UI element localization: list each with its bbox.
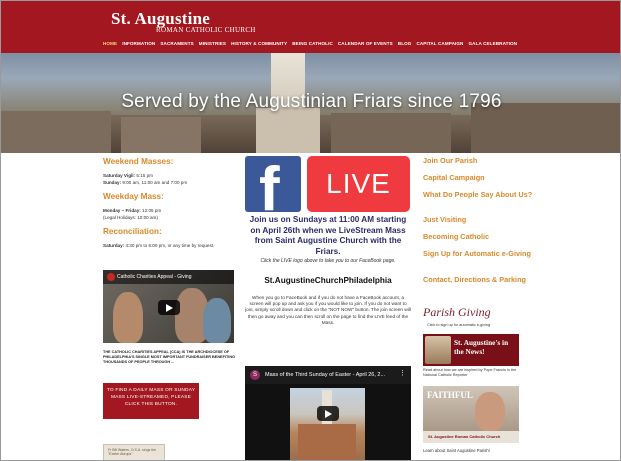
faithful-banner-text: St. Augustine Roman Catholic Church: [428, 434, 501, 439]
weekend-line-2-value: 9:00 am, 11:00 am and 7:00 pm: [121, 180, 188, 185]
hero-clock-tower-base: [256, 108, 320, 153]
nav-gala[interactable]: GALA CELEBRATION: [468, 41, 517, 46]
parish-giving-logo[interactable]: Parish Giving Click to sign up for autom…: [423, 303, 519, 331]
nav-capital-campaign[interactable]: CAPITAL CAMPAIGN: [416, 41, 463, 46]
weekend-line-1: Saturday Vigil: 5:15 pm: [103, 172, 239, 179]
mass-times: Weekend Masses: Saturday Vigil: 5:15 pm …: [103, 153, 239, 249]
link-capital-campaign[interactable]: Capital Campaign: [423, 173, 543, 183]
nav-home[interactable]: HOME: [103, 41, 117, 46]
in-the-news-caption: Read about how we are inspired by Pope F…: [423, 368, 517, 377]
in-the-news-title: St. Augustine's in the News!: [454, 338, 509, 356]
hero-banner: Served by the Augustinian Friars since 1…: [1, 53, 620, 153]
weekend-line-1-label: Saturday Vigil:: [103, 173, 136, 178]
hero-building: [1, 111, 111, 153]
reconciliation-line: Saturday: 4:30 pm to 5:00 pm, or any tim…: [103, 242, 239, 249]
facebook-letter: f: [259, 156, 280, 212]
reconciliation-heading: Reconciliation:: [103, 227, 162, 236]
weekday-line-1: Monday – Friday: 12:05 pm: [103, 207, 239, 214]
nav-calendar[interactable]: CALENDAR OF EVENTS: [338, 41, 393, 46]
video-title[interactable]: Mass of the Third Sunday of Easter - Apr…: [265, 372, 385, 378]
parish-giving-wordmark: Parish Giving: [423, 305, 491, 319]
weekend-line-2: Sunday: 9:00 am, 11:00 am and 7:00 pm: [103, 179, 239, 186]
live-logo-button[interactable]: LIVE: [307, 156, 410, 212]
link-just-visiting[interactable]: Just Visiting: [423, 215, 543, 225]
facebook-instructions: When you go to FaceBook and if you do no…: [245, 295, 411, 325]
main-nav: HOME INFORMATION SACRAMENTS MINISTRIES H…: [103, 41, 517, 46]
church-image: [290, 388, 365, 460]
link-join-parish[interactable]: Join Our Parish: [423, 156, 543, 166]
nav-ministries[interactable]: MINISTRIES: [199, 41, 226, 46]
reconciliation-value: 4:30 pm to 5:00 pm, or any time by reque…: [124, 243, 215, 248]
hero-building: [331, 113, 451, 153]
faithful-promo-image[interactable]: FAITHFUL St. Augustine Roman Catholic Ch…: [423, 386, 519, 443]
nav-being-catholic[interactable]: BEING CATHOLIC: [292, 41, 333, 46]
channel-avatar: S: [250, 370, 260, 380]
weekday-line-1-label: Monday – Friday:: [103, 208, 141, 213]
weekend-line-2-label: Sunday:: [103, 180, 122, 185]
nav-history-community[interactable]: HISTORY & COMMUNITY: [231, 41, 287, 46]
find-mass-button[interactable]: TO FIND A DAILY MASS OR SUNDAY MASS LIVE…: [103, 383, 199, 419]
weekday-line-1-value: 12:05 pm: [140, 208, 162, 213]
in-the-news-banner[interactable]: St. Augustine's in the News!: [423, 334, 519, 366]
weekend-masses-heading: Weekend Masses:: [103, 157, 174, 166]
click-live-note: Click the LIVE logo above to take you to…: [260, 258, 396, 264]
nav-sacraments[interactable]: SACRAMENTS: [160, 41, 193, 46]
link-becoming-catholic[interactable]: Becoming Catholic: [423, 232, 543, 242]
reconciliation-label: Saturday:: [103, 243, 125, 248]
song-video-thumbnail[interactable]: Fr Bill Waters, O.S.A. sings the "Exeter…: [103, 444, 165, 460]
facebook-logo-icon[interactable]: f: [245, 156, 301, 212]
learn-about-parish-link[interactable]: Learn about Saint Augustine Parish!: [423, 448, 490, 453]
portrait-photo: [475, 392, 505, 432]
browser-frame: St. Augustine Roman Catholic Church HOME…: [0, 0, 621, 461]
video-person: [203, 298, 231, 343]
channel-avatar: [107, 273, 115, 281]
weekday-mass-heading: Weekday Mass:: [103, 192, 164, 201]
church-facade: [298, 424, 356, 460]
hero-building: [121, 117, 201, 153]
weekday-line-2: (Legal Holidays: 10:00 am): [103, 215, 158, 220]
link-contact-directions[interactable]: Contact, Directions & Parking: [423, 275, 543, 285]
nav-information[interactable]: INFORMATION: [122, 41, 155, 46]
parish-giving-caption: Click to sign up for automatic e-giving: [427, 323, 491, 327]
site-subtitle: Roman Catholic Church: [156, 26, 256, 34]
faithful-title: FAITHFUL: [427, 390, 473, 400]
more-options-icon[interactable]: ⋮: [399, 369, 406, 377]
livestream-announcement: Join us on Sundays at 11:00 AM starting …: [249, 215, 407, 256]
hero-title: Served by the Augustinian Friars since 1…: [121, 91, 502, 112]
link-e-giving[interactable]: Sign Up for Automatic e-Giving: [423, 249, 543, 259]
charities-video[interactable]: Catholic Charities Appeal - Giving: [103, 270, 234, 343]
thumbnail-caption: Fr Bill Waters, O.S.A. sings the "Exeter…: [108, 448, 157, 456]
video-title[interactable]: Catholic Charities Appeal - Giving: [117, 274, 191, 280]
play-button-icon[interactable]: [317, 406, 339, 421]
link-what-people-say[interactable]: What Do People Say About Us?: [423, 190, 543, 200]
pope-photo: [425, 336, 451, 364]
weekend-line-1-value: 5:15 pm: [135, 173, 153, 178]
play-button-icon[interactable]: [158, 300, 180, 315]
nav-blog[interactable]: BLOG: [398, 41, 412, 46]
mass-video[interactable]: S Mass of the Third Sunday of Easter - A…: [245, 366, 411, 460]
appeal-description: THE CATHOLIC CHARITIES APPEAL (CCA) IS T…: [103, 350, 236, 364]
video-person: [113, 292, 143, 343]
faithful-banner-bar: St. Augustine Roman Catholic Church: [423, 431, 519, 443]
facebook-page-name: St.AugustineChurchPhiladelphia: [264, 276, 392, 285]
site-header: St. Augustine Roman Catholic Church HOME…: [1, 1, 620, 53]
